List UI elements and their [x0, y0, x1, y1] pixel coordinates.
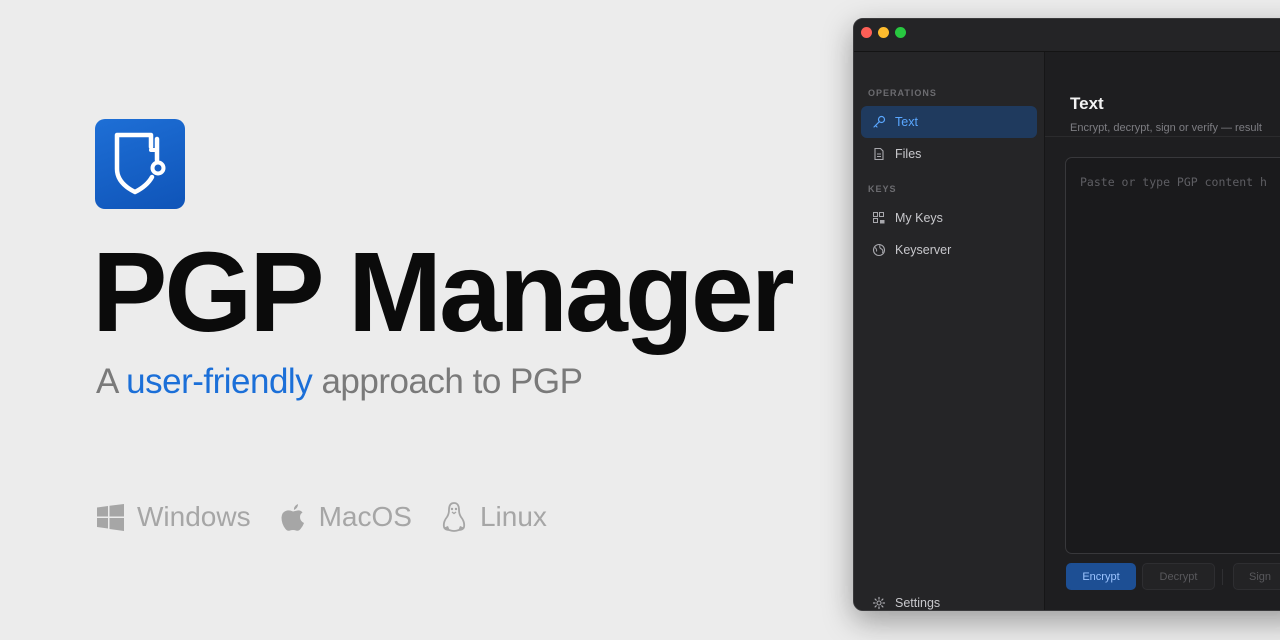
app-window: OPERATIONS Text Files KEYS My Keys Keyse… — [853, 18, 1280, 611]
subtitle-accent: user-friendly — [126, 362, 313, 401]
app-logo — [95, 119, 185, 209]
sidebar-item-label: Files — [895, 147, 922, 161]
section-label-operations: OPERATIONS — [868, 88, 937, 98]
button-divider — [1222, 569, 1223, 585]
shield-key-icon — [114, 132, 166, 195]
key-icon — [873, 115, 886, 128]
minimize-button[interactable] — [878, 27, 889, 38]
apple-icon — [281, 504, 304, 531]
platform-label: MacOS — [318, 501, 412, 532]
hero-subtitle: A user-friendly approach to PGP — [96, 362, 583, 402]
pgp-editor — [1065, 157, 1280, 554]
platform-linux: Linux — [440, 501, 547, 533]
sidebar-item-settings[interactable]: Settings — [861, 587, 1037, 610]
sidebar-item-text[interactable]: Text — [861, 106, 1037, 138]
platform-windows: Windows — [96, 501, 251, 533]
gear-icon — [872, 596, 886, 610]
sidebar-item-keyserver[interactable]: Keyserver — [861, 234, 1037, 266]
main-header: Text Encrypt, decrypt, sign or verify — … — [1045, 52, 1280, 137]
sidebar-item-label: Text — [895, 115, 918, 129]
platform-label: Windows — [137, 501, 251, 532]
sidebar-item-label: Settings — [895, 596, 941, 610]
subtitle-prefix: A — [96, 362, 127, 401]
pgp-content-input[interactable] — [1066, 158, 1280, 553]
subtitle-suffix: approach to PGP — [312, 362, 583, 401]
title-bar — [854, 19, 1280, 52]
hero-title: PGP Manager — [92, 229, 795, 355]
main-panel: Text Encrypt, decrypt, sign or verify — … — [1045, 52, 1280, 610]
sidebar-item-label: Keyserver — [895, 243, 952, 257]
page-title: Text — [1070, 94, 1104, 113]
sidebar-item-label: My Keys — [895, 211, 943, 225]
sidebar-item-my-keys[interactable]: My Keys — [861, 202, 1037, 234]
platform-macos: MacOS — [279, 501, 412, 533]
windows-icon — [97, 503, 124, 531]
close-button[interactable] — [861, 27, 872, 38]
decrypt-button[interactable]: Decrypt — [1142, 563, 1215, 590]
sign-button[interactable]: Sign — [1233, 563, 1280, 590]
section-label-keys: KEYS — [868, 184, 897, 194]
platform-label: Linux — [479, 501, 547, 532]
zoom-button[interactable] — [895, 27, 906, 38]
encrypt-button[interactable]: Encrypt — [1066, 563, 1136, 590]
file-icon — [874, 147, 884, 161]
page-description: Encrypt, decrypt, sign or verify — resul… — [1070, 122, 1262, 134]
sidebar: OPERATIONS Text Files KEYS My Keys Keyse… — [854, 52, 1045, 610]
globe-icon — [872, 243, 886, 257]
keys-grid-icon — [873, 212, 885, 224]
linux-icon — [442, 502, 466, 532]
platform-list: Windows MacOS Linux — [96, 501, 575, 533]
sidebar-item-files[interactable]: Files — [861, 138, 1037, 170]
